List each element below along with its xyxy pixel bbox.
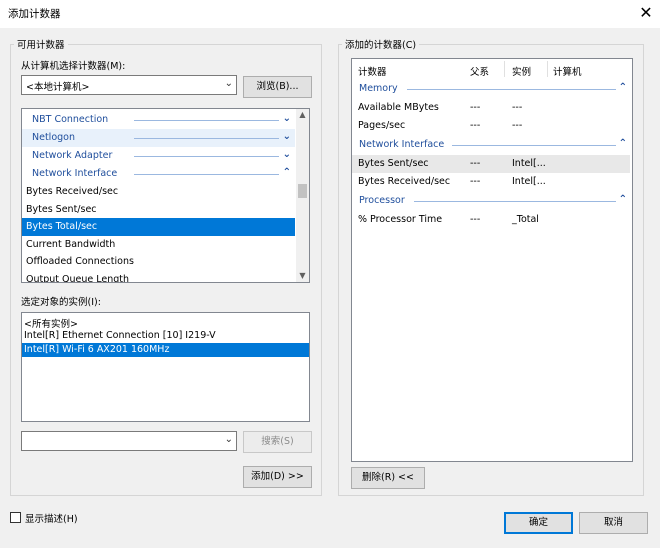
object-divider-line (134, 120, 279, 121)
object-label: Network Adapter (32, 150, 113, 161)
counter-item[interactable]: Offloaded Connections (22, 253, 295, 271)
remove-button[interactable]: 删除(R) << (351, 467, 425, 489)
added-counters-label: 添加的计数器(C) (342, 37, 420, 51)
browse-button[interactable]: 浏览(B)... (243, 76, 312, 98)
parent-cell: --- (470, 176, 481, 187)
counter-cell: Bytes Sent/sec (358, 158, 429, 169)
counter-cell: Available MBytes (358, 102, 439, 113)
parent-cell: --- (470, 214, 481, 225)
added-counters-table[interactable]: 计数器 父系 实例 计算机 Memory ⌃ Available MBytes ---… (351, 58, 633, 462)
group-header-row[interactable]: Memory ⌃ (352, 80, 630, 98)
counter-item[interactable]: Bytes Sent/sec (22, 201, 295, 219)
close-icon[interactable]: ✕ (636, 3, 656, 23)
counter-item[interactable]: Bytes Received/sec (22, 183, 295, 201)
group-divider-line (414, 201, 616, 202)
instances-label: 选定对象的实例(I): (21, 297, 101, 308)
object-row[interactable]: Network Interface ⌃ (22, 165, 295, 183)
computer-combobox[interactable]: <本地计算机> ⌄ (21, 75, 237, 95)
instance-cell: Intel[... (512, 176, 546, 187)
chevron-down-icon[interactable]: ⌄ (283, 113, 291, 124)
chevron-down-icon: ⌄ (224, 434, 233, 445)
counter-label: Output Queue Length (26, 273, 130, 283)
object-row[interactable]: Network Adapter ⌄ (22, 147, 295, 165)
group-divider-line (407, 89, 616, 90)
chevron-up-icon[interactable]: ⌃ (619, 138, 627, 149)
show-description-label: 显示描述(H) (25, 514, 78, 525)
added-counter-row[interactable]: Bytes Sent/sec --- Intel[... (352, 155, 630, 173)
group-name: Memory (359, 83, 398, 94)
column-header-counter[interactable]: 计数器 (358, 64, 387, 78)
object-label: Netlogon (32, 132, 75, 143)
object-label: Network Interface (32, 168, 118, 179)
column-divider (504, 61, 505, 77)
parent-cell: --- (470, 102, 481, 113)
added-counter-row[interactable]: Pages/sec --- --- (352, 117, 630, 135)
chevron-down-icon: ⌄ (224, 78, 233, 89)
object-row[interactable]: NBT Connection ⌄ (22, 111, 295, 129)
add-button[interactable]: 添加(D) >> (243, 466, 312, 488)
chevron-down-icon[interactable]: ⌄ (283, 131, 291, 142)
select-from-computer-label: 从计算机选择计数器(M): (21, 61, 126, 72)
group-name: Network Interface (359, 139, 445, 150)
ok-button[interactable]: 确定 (504, 512, 573, 534)
group-name: Processor (359, 195, 405, 206)
column-header-computer[interactable]: 计算机 (553, 64, 582, 78)
scrollbar-thumb[interactable] (298, 184, 307, 198)
object-divider-line (134, 174, 279, 175)
parent-cell: --- (470, 120, 481, 131)
object-label: NBT Connection (32, 114, 109, 125)
computer-value: <本地计算机> (26, 82, 90, 93)
instance-label: <所有实例> (24, 319, 78, 330)
group-divider-line (452, 145, 616, 146)
counter-cell: % Processor Time (358, 214, 443, 225)
column-header-parent[interactable]: 父系 (470, 64, 489, 78)
chevron-down-icon[interactable]: ⌄ (283, 149, 291, 160)
instance-item[interactable]: Intel[R] Wi-Fi 6 AX201 160MHz (22, 343, 309, 357)
search-button[interactable]: 搜索(S) (243, 431, 312, 453)
added-counter-row[interactable]: % Processor Time --- _Total (352, 211, 630, 229)
chevron-up-icon[interactable]: ⌃ (619, 194, 627, 205)
counter-item[interactable]: Bytes Total/sec (22, 218, 295, 236)
added-counter-row[interactable]: Available MBytes --- --- (352, 99, 630, 117)
counters-scrollbar[interactable]: ▲ ▼ (296, 109, 309, 282)
instance-label: Intel[R] Ethernet Connection [10] I219-V (24, 330, 216, 341)
group-header-row[interactable]: Network Interface ⌃ (352, 136, 630, 154)
object-divider-line (134, 156, 279, 157)
object-row[interactable]: Netlogon ⌄ (22, 129, 295, 147)
scroll-down-icon[interactable]: ▼ (296, 271, 309, 280)
object-divider-line (134, 138, 279, 139)
instance-cell: --- (512, 102, 523, 113)
column-header-instance[interactable]: 实例 (512, 64, 531, 78)
chevron-up-icon[interactable]: ⌃ (283, 167, 291, 178)
scroll-up-icon[interactable]: ▲ (296, 110, 309, 119)
instance-item[interactable]: Intel[R] Ethernet Connection [10] I219-V (22, 329, 309, 343)
title-bar (0, 0, 660, 28)
counters-list[interactable]: NBT Connection ⌄ Netlogon ⌄ Network Adapter ⌄… (21, 108, 310, 283)
counter-item[interactable]: Output Queue Length (22, 271, 295, 283)
counter-label: Bytes Sent/sec (26, 203, 97, 215)
available-counters-label: 可用计数器 (14, 37, 68, 51)
instance-cell: --- (512, 120, 523, 131)
instances-list[interactable]: <所有实例> Intel[R] Ethernet Connection [10] … (21, 312, 310, 422)
instance-cell: Intel[... (512, 158, 546, 169)
counter-cell: Pages/sec (358, 120, 406, 131)
parent-cell: --- (470, 158, 481, 169)
window-title: 添加计数器 (8, 8, 61, 20)
instance-cell: _Total (512, 214, 539, 225)
column-divider (547, 61, 548, 77)
counter-label: Current Bandwidth (26, 238, 116, 250)
show-description-checkbox[interactable] (10, 512, 21, 523)
instance-label: Intel[R] Wi-Fi 6 AX201 160MHz (24, 344, 170, 355)
counter-label: Offloaded Connections (26, 256, 134, 267)
search-combobox[interactable]: ⌄ (21, 431, 237, 451)
chevron-up-icon[interactable]: ⌃ (619, 82, 627, 93)
counter-label: Bytes Received/sec (26, 186, 119, 197)
cancel-button[interactable]: 取消 (579, 512, 648, 534)
counter-item[interactable]: Current Bandwidth (22, 236, 295, 254)
counter-cell: Bytes Received/sec (358, 176, 451, 187)
instance-item[interactable]: <所有实例> (22, 315, 309, 330)
group-header-row[interactable]: Processor ⌃ (352, 192, 630, 210)
counter-label: Bytes Total/sec (26, 221, 98, 232)
added-counter-row[interactable]: Bytes Received/sec --- Intel[... (352, 173, 630, 191)
